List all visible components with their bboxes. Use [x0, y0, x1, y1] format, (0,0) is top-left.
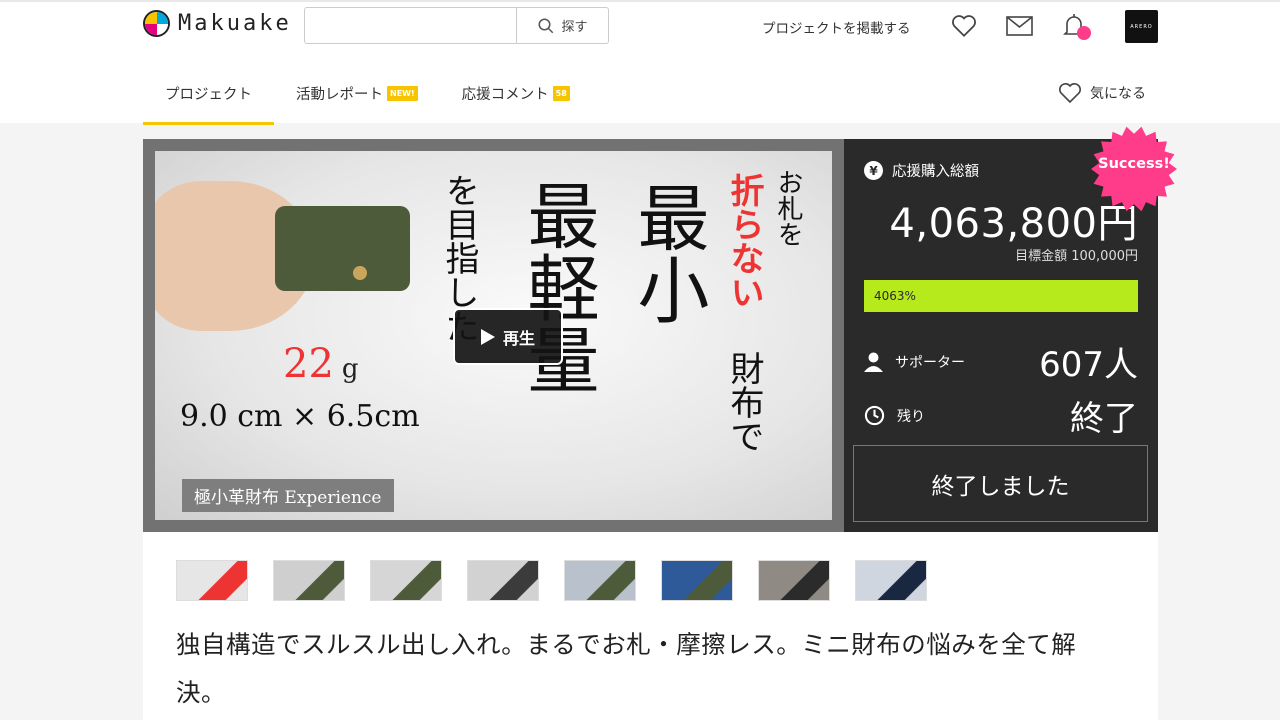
- supporters-label: サポーター: [895, 354, 965, 371]
- thumbnail-strip: [176, 560, 927, 601]
- total-label-row: ¥ 応援購入総額: [864, 160, 979, 181]
- hero-product-label: 極小革財布 Experience: [182, 479, 394, 512]
- thumbnail-1[interactable]: [176, 560, 248, 601]
- search-input[interactable]: [305, 8, 516, 43]
- goal-amount: 目標金額 100,000円: [1015, 249, 1138, 264]
- tab-label: 応援コメント: [461, 87, 549, 103]
- total-label: 応援購入総額: [892, 164, 979, 180]
- thumbnail-3[interactable]: [370, 560, 442, 601]
- project-tabs: プロジェクト 活動レポート NEW! 応援コメント 58: [143, 62, 592, 125]
- play-label: 再生: [502, 328, 535, 348]
- search-box: 探す: [304, 7, 609, 44]
- notification-badge: [1077, 26, 1091, 40]
- favorites-heart-icon[interactable]: [950, 12, 978, 40]
- tab-activity-report[interactable]: 活動レポート NEW!: [274, 62, 440, 125]
- avatar-text: ARERO: [1130, 23, 1153, 30]
- logo-text: Makuake: [178, 11, 292, 36]
- search-button[interactable]: 探す: [516, 8, 608, 43]
- play-icon: [480, 328, 495, 345]
- top-header: Makuake 探す プロジェクトを掲載する ARERO プロジェクト 活動レポ…: [0, 0, 1280, 125]
- search-button-label: 探す: [561, 20, 588, 35]
- hero-text-oranai: 折らない: [724, 173, 764, 309]
- new-badge: NEW!: [387, 86, 418, 101]
- remaining-row: 残り 終了: [864, 391, 1138, 440]
- wallet-illustration: [275, 206, 410, 291]
- thumbnail-5[interactable]: [564, 560, 636, 601]
- hero-dimensions: 9.0 cm × 6.5cm: [180, 399, 420, 434]
- hero-text-zaifude: 財布で: [724, 351, 764, 453]
- clock-icon: [864, 405, 885, 426]
- tab-project[interactable]: プロジェクト: [143, 62, 274, 125]
- wallet-button-illustration: [353, 266, 367, 280]
- project-tagline: 独自構造でスルスル出し入れ。まるでお札・摩擦レス。ミニ財布の悩みを全て解決。: [176, 630, 1077, 707]
- hero-text-osatsu: お札を: [773, 169, 803, 247]
- thumbnail-2[interactable]: [273, 560, 345, 601]
- hero-image: お札を 折らない 財布で 最小 最軽量 を目指した 22 g 9.0 cm × 6…: [155, 151, 832, 520]
- heart-icon: [1059, 83, 1081, 104]
- play-video-button[interactable]: 再生: [453, 308, 563, 365]
- tab-support-comments[interactable]: 応援コメント 58: [440, 62, 592, 125]
- comment-count-badge: 58: [552, 86, 570, 101]
- success-badge-text: Success!: [1098, 156, 1170, 172]
- person-icon: [864, 352, 883, 372]
- yen-icon: ¥: [864, 161, 883, 180]
- thumbnail-7[interactable]: [758, 560, 830, 601]
- hero-text-saisho: 最小: [625, 181, 709, 325]
- project-hero-video[interactable]: お札を 折らない 財布で 最小 最軽量 を目指した 22 g 9.0 cm × 6…: [143, 139, 844, 532]
- post-project-link[interactable]: プロジェクトを掲載する: [762, 17, 911, 37]
- thumbnail-6[interactable]: [661, 560, 733, 601]
- hero-weight: 22 g: [283, 341, 359, 387]
- notification-bell-icon[interactable]: [1060, 12, 1091, 40]
- search-icon: [538, 18, 554, 33]
- project-details: 独自構造でスルスル出し入れ。まるでお札・摩擦レス。ミニ財布の悩みを全て解決。: [143, 532, 1158, 720]
- weight-value: 22: [283, 341, 334, 387]
- remaining-label: 残り: [897, 408, 925, 425]
- progress-fill: 4063%: [864, 280, 1138, 312]
- user-avatar[interactable]: ARERO: [1125, 10, 1158, 43]
- mail-icon[interactable]: [1005, 12, 1033, 40]
- supporters-count: 607人: [1039, 345, 1138, 385]
- supporters-row: サポーター 607人: [864, 337, 1138, 386]
- thumbnail-4[interactable]: [467, 560, 539, 601]
- thumbnail-8[interactable]: [855, 560, 927, 601]
- progress-text: 4063%: [874, 289, 916, 303]
- makuake-logo[interactable]: Makuake: [143, 10, 292, 37]
- tab-label: 活動レポート: [296, 87, 383, 103]
- funding-progress-bar: 4063%: [864, 280, 1138, 312]
- favorite-label: 気になる: [1090, 86, 1146, 102]
- tab-label: プロジェクト: [165, 87, 252, 103]
- remaining-value: 終了: [1070, 399, 1138, 439]
- weight-unit: g: [341, 354, 359, 384]
- ended-button[interactable]: 終了しました: [853, 445, 1148, 522]
- favorite-button[interactable]: 気になる: [1058, 82, 1146, 104]
- logo-mark-icon: [143, 10, 170, 37]
